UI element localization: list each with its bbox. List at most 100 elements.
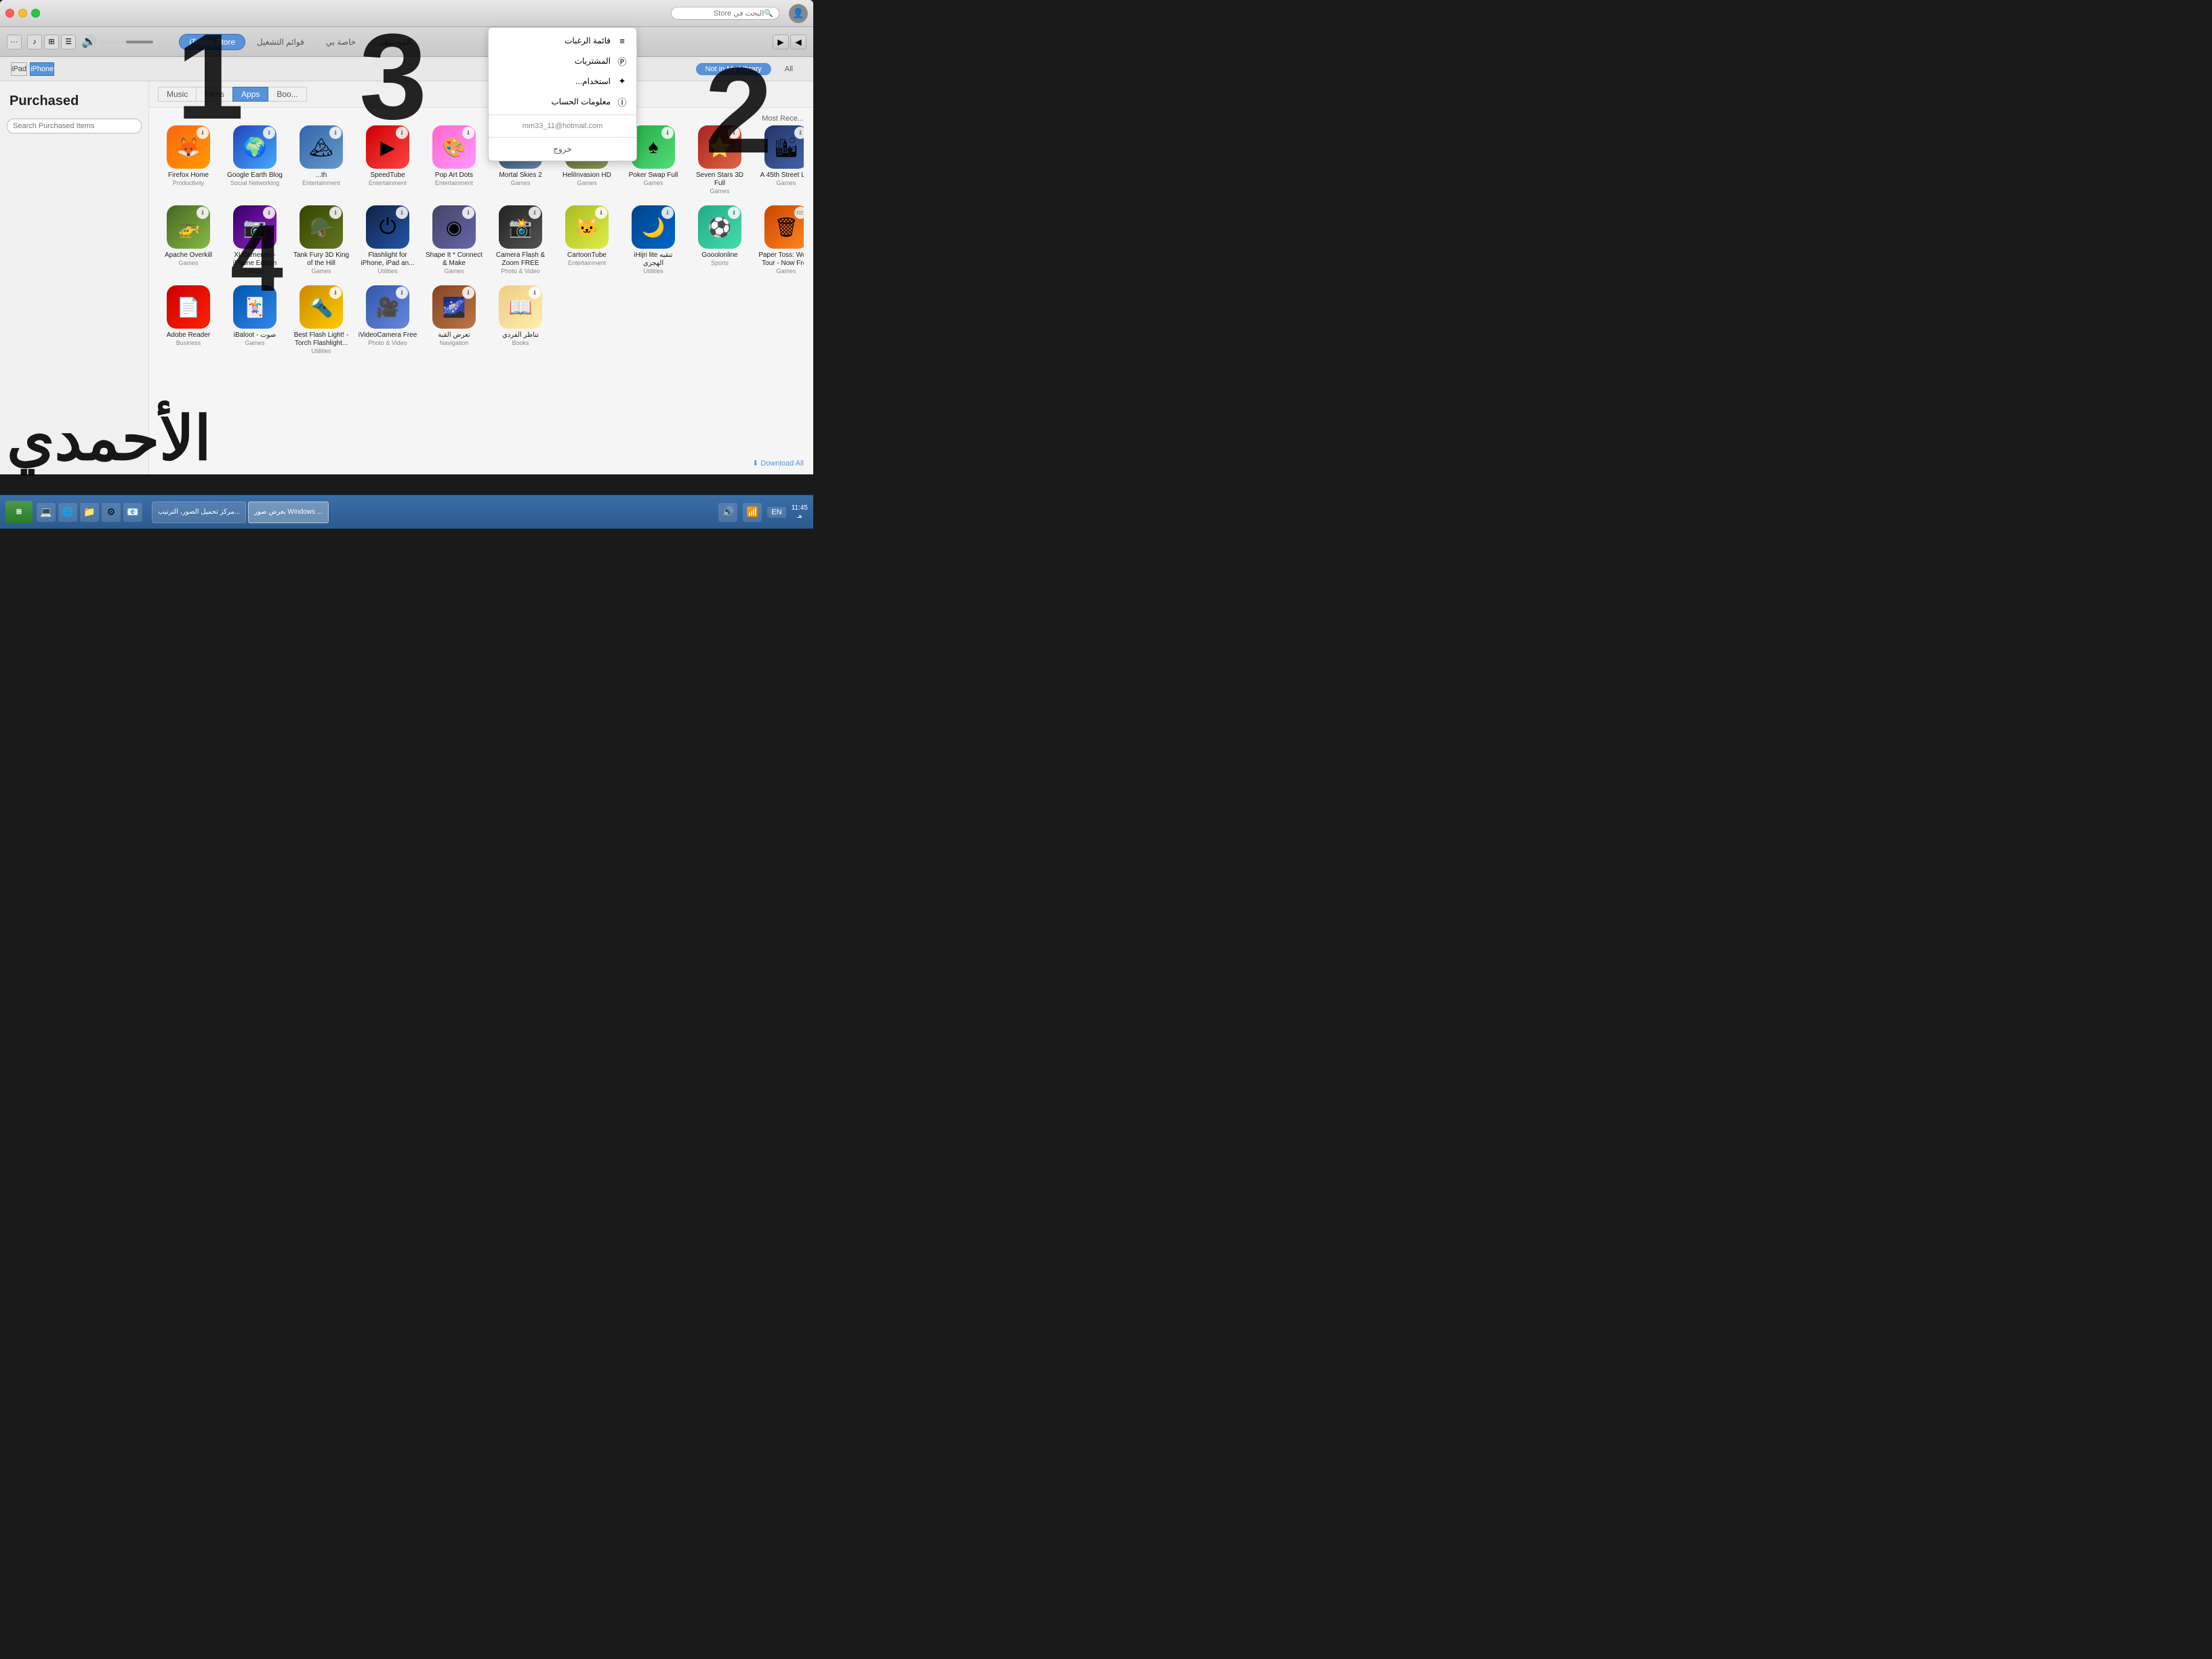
taskbar-quick-launch: 💻 🌐 📁 ⚙ 📧 <box>37 503 142 522</box>
tab-mine[interactable]: خاصة بي <box>316 34 366 50</box>
list-item[interactable]: 🦊⬇ Firefox Home Productivity <box>159 125 218 194</box>
dropdown-purchases[interactable]: Ⓟ المشتريات <box>489 51 636 71</box>
app-category: Games <box>623 180 683 186</box>
app-name: Google Earth Blog <box>225 171 285 180</box>
list-item[interactable]: 🚁⬇ Apache Overkill Games <box>159 205 218 274</box>
taskbar-icon-1[interactable]: 💻 <box>37 503 56 522</box>
taskbar-speaker-icon[interactable]: 🔊 <box>718 503 737 522</box>
app-category: Games <box>491 180 550 186</box>
logout-button[interactable]: خروج <box>489 140 636 158</box>
view-grid-icon[interactable]: ⊞ <box>44 35 59 49</box>
list-item[interactable]: 🏔⬇ ...th Entertainment <box>291 125 351 194</box>
list-item[interactable]: 🐱⬇ CartoonTube Entertainment <box>557 205 617 274</box>
app-name: CartoonTube <box>557 251 617 260</box>
app-icon-ivideo: 🎥⬇ <box>366 285 409 329</box>
itunes-window: 🔍 👤 ◀ ▶ الموسيقى خاصة بي قوائم التشغيل i… <box>0 0 813 474</box>
app-category: Photo & Video <box>358 340 417 346</box>
app-icon-tanazer: 📖⬇ <box>499 285 542 329</box>
search-bar[interactable]: 🔍 <box>671 7 779 20</box>
filter-all-tab[interactable]: All <box>775 63 802 75</box>
taskbar-icon-5[interactable]: 📧 <box>123 503 142 522</box>
app-icon-cartoon: 🐱⬇ <box>565 205 609 249</box>
dropdown-separator-2 <box>489 137 636 138</box>
app-name: iBaloot - صوت <box>225 331 285 340</box>
taskbar-icon-3[interactable]: 📁 <box>80 503 99 522</box>
volume-icon[interactable]: 🔊 <box>81 35 96 49</box>
start-button[interactable]: ⊞ <box>5 501 33 524</box>
app-category: Games <box>557 180 617 186</box>
tab-music[interactable]: الموسيقى <box>367 34 422 50</box>
tab-playlists[interactable]: قوائم التشغيل <box>247 34 314 50</box>
nav-forward-button[interactable]: ▶ <box>773 35 789 49</box>
list-item[interactable]: 📖⬇ تناظر الفردي Books <box>491 285 550 354</box>
list-item[interactable]: 📷⬇ XLCamera® - iPhone Edition Utilities <box>225 205 285 274</box>
search-input[interactable] <box>676 9 764 18</box>
app-icon-popart: 🎨⬇ <box>432 125 476 169</box>
taskbar-app-1[interactable]: مركز تحميل الصور، الترتيب... <box>152 501 246 523</box>
cat-films[interactable]: Films <box>196 87 233 102</box>
app-category: Games <box>159 260 218 266</box>
minimize-button[interactable] <box>18 9 27 18</box>
taskbar-network-icon[interactable]: 📶 <box>743 503 762 522</box>
app-icon-camera: 📸⬇ <box>499 205 542 249</box>
app-icon-3: 🏔⬇ <box>300 125 343 169</box>
list-item[interactable]: 📸⬇ Camera Flash & Zoom FREE Photo & Vide… <box>491 205 550 274</box>
cat-apps[interactable]: Apps <box>232 87 268 102</box>
app-category: Utilities <box>225 268 285 274</box>
app-icon-shape: ◉⬇ <box>432 205 476 249</box>
list-item[interactable]: ⭐⬇ Seven Stars 3D Full Games <box>690 125 750 194</box>
nav-back-button[interactable]: ◀ <box>790 35 806 49</box>
dropdown-wishlist[interactable]: ≡ قائمة الرغبات <box>489 30 636 51</box>
taskbar-icon-2[interactable]: 🌐 <box>58 503 77 522</box>
sidebar-search-input[interactable] <box>7 119 142 134</box>
list-item[interactable]: 🪖⬇ Tank Fury 3D King of the Hill Games <box>291 205 351 274</box>
app-category: Games <box>291 268 351 274</box>
list-item[interactable]: 🌍⬇ Google Earth Blog Social Networking <box>225 125 285 194</box>
close-button[interactable] <box>5 9 14 18</box>
list-item[interactable]: ◉⬇ Shape It * Connect & Make Games <box>424 205 484 274</box>
view-music-icon[interactable]: ♪ <box>27 35 42 49</box>
app-name: Apache Overkill <box>159 251 218 260</box>
app-icon-bestflash: 🔦⬇ <box>300 285 343 329</box>
app-category: Entertainment <box>557 260 617 266</box>
list-item[interactable]: ⏻⬇ Flashlight for iPhone, iPad an... Uti… <box>358 205 417 274</box>
app-icon-sevenstars: ⭐⬇ <box>698 125 741 169</box>
list-item[interactable]: 🗑FREE Paper Toss: World Tour - Now Free … <box>756 205 804 274</box>
more-options-icon[interactable]: ··· <box>7 35 22 49</box>
main-nav-tabs: الموسيقى خاصة بي قوائم التشغيل iTunes St… <box>179 34 422 50</box>
list-item[interactable]: 🃏 iBaloot - صوت Games <box>225 285 285 354</box>
taskbar-app-2[interactable]: بعرض صور Windows ... <box>248 501 329 523</box>
maximize-button[interactable] <box>31 9 40 18</box>
dropdown-account-info[interactable]: Ⓘ معلومات الحساب <box>489 91 636 112</box>
app-name: Firefox Home <box>159 171 218 180</box>
list-item[interactable]: 🌌⬇ تعرض القبة Navigation <box>424 285 484 354</box>
cat-books[interactable]: Boo... <box>268 87 306 102</box>
app-name: XLCamera® - iPhone Edition <box>225 251 285 268</box>
device-iphone-tab[interactable]: iPhone <box>30 62 54 76</box>
list-item[interactable]: 🌙⬇ iHijri lite تنقيه الهجري Utilities <box>623 205 683 274</box>
list-item[interactable]: 🎨⬇ Pop Art Dots Entertainment <box>424 125 484 194</box>
tab-itunes-store[interactable]: iTunes Store <box>179 34 245 50</box>
app-icon-tarafed: 🌌⬇ <box>432 285 476 329</box>
list-item[interactable]: 🎥⬇ iVideoCamera Free Photo & Video <box>358 285 417 354</box>
dropdown-usage[interactable]: ✦ استخدام... <box>489 71 636 91</box>
cat-music[interactable]: Music <box>158 87 197 102</box>
language-indicator[interactable]: EN <box>767 507 785 518</box>
list-item[interactable]: 🔦⬇ Best Flash Light! - Torch Flashlight.… <box>291 285 351 354</box>
list-item[interactable]: 🏙⬇ A 45th Street Lite Games <box>756 125 804 194</box>
purchases-icon: Ⓟ <box>616 55 628 67</box>
app-icon-45th: 🏙⬇ <box>764 125 804 169</box>
list-item[interactable]: ▶⬇ SpeedTube Entertainment <box>358 125 417 194</box>
account-icon[interactable]: 👤 <box>789 4 808 23</box>
view-list-icon[interactable]: ☰ <box>61 35 76 49</box>
app-name: Tank Fury 3D King of the Hill <box>291 251 351 268</box>
app-name: Shape It * Connect & Make <box>424 251 484 268</box>
app-category: Navigation <box>424 340 484 346</box>
device-ipad-tab[interactable]: iPad <box>11 62 27 76</box>
download-all-button[interactable]: ⬇ Download All <box>752 459 804 468</box>
list-item[interactable]: ⚽⬇ Gooolonline Sports <box>690 205 750 274</box>
taskbar-icon-4[interactable]: ⚙ <box>102 503 121 522</box>
app-name: Camera Flash & Zoom FREE <box>491 251 550 268</box>
list-item[interactable]: 📄 Adobe Reader Business <box>159 285 218 354</box>
filter-not-in-library-tab[interactable]: Not in My Library <box>696 63 771 75</box>
